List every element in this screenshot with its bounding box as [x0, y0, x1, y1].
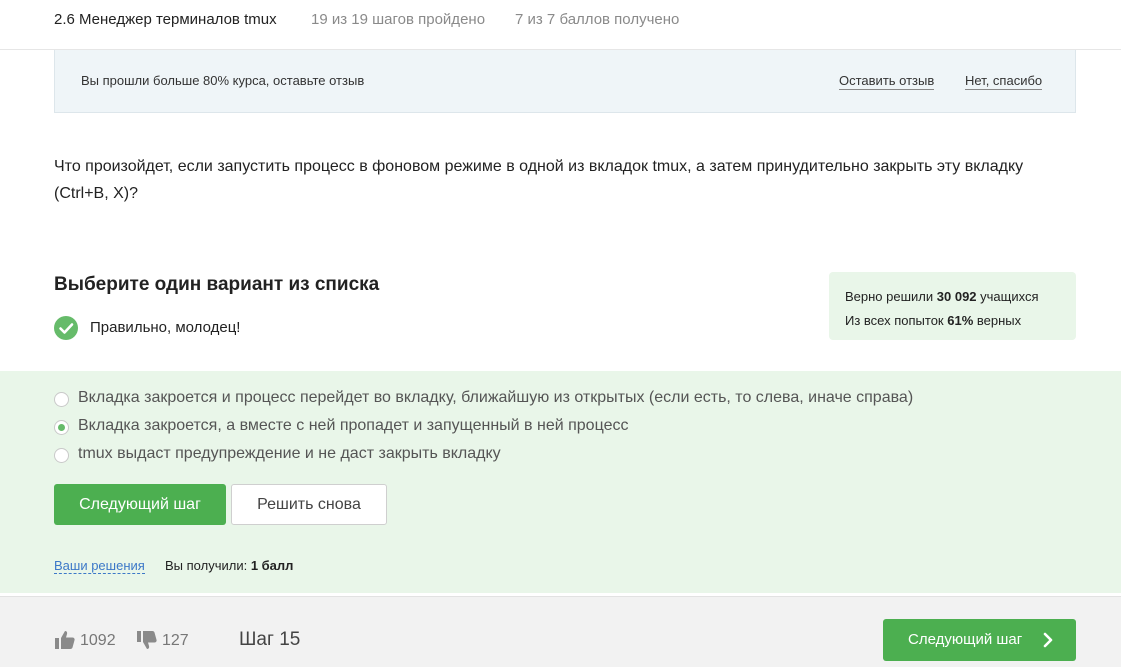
thumbs-up-icon [55, 631, 75, 649]
stats-box: Верно решили 30 092 учащихся Из всех поп… [829, 272, 1076, 340]
footer-next-step-button[interactable]: Следующий шаг [883, 619, 1076, 661]
chevron-right-icon [1043, 632, 1053, 648]
retry-button[interactable]: Решить снова [231, 484, 387, 525]
feedback-banner: Вы прошли больше 80% курса, оставьте отз… [54, 50, 1076, 113]
quiz-title: Выберите один вариант из списка [54, 274, 380, 295]
check-circle-icon [54, 316, 78, 340]
lesson-header: 2.6 Менеджер терминалов tmux 19 из 19 ша… [0, 0, 1121, 50]
radio-button[interactable] [54, 392, 69, 407]
dislike-count: 127 [162, 632, 189, 649]
answer-option-label: tmux выдаст предупреждение и не даст зак… [78, 445, 501, 462]
step-footer: 1092 127 Шаг 15 Следующий шаг [0, 596, 1121, 667]
result-text: Правильно, молодец! [90, 319, 241, 336]
question-text: Что произойдет, если запустить процесс в… [54, 158, 1024, 202]
lesson-title[interactable]: 2.6 Менеджер терминалов tmux [54, 11, 277, 28]
like-count: 1092 [80, 632, 116, 649]
stats-attempts-percent: 61% [947, 313, 974, 328]
no-thanks-link[interactable]: Нет, спасибо [965, 73, 1043, 90]
stats-attempts: Из всех попыток 61% верных [845, 313, 1022, 328]
stats-solved-count: 30 092 [936, 289, 977, 304]
footer-next-step-label: Следующий шаг [908, 631, 1023, 648]
stats-solved: Верно решили 30 092 учащихся [845, 289, 1039, 304]
step-number: Шаг 15 [239, 629, 301, 650]
score-value: 1 балл [250, 558, 294, 573]
answer-option-label: Вкладка закроется и процесс перейдет во … [78, 389, 914, 406]
your-solutions-link[interactable]: Ваши решения [54, 558, 145, 574]
answer-option-label: Вкладка закроется, а вместе с ней пропад… [78, 417, 629, 434]
leave-review-link[interactable]: Оставить отзыв [839, 73, 935, 90]
radio-button[interactable] [54, 448, 69, 463]
radio-button-selected[interactable] [54, 420, 69, 435]
thumbs-down-icon [137, 631, 157, 649]
points-progress: 7 из 7 баллов получено [515, 11, 680, 28]
answer-area: Вкладка закроется и процесс перейдет во … [0, 371, 1121, 593]
score-text: Вы получили: 1 балл [165, 558, 294, 573]
steps-progress: 19 из 19 шагов пройдено [311, 11, 486, 28]
feedback-banner-text: Вы прошли больше 80% курса, оставьте отз… [81, 73, 365, 88]
next-step-button[interactable]: Следующий шаг [54, 484, 226, 525]
